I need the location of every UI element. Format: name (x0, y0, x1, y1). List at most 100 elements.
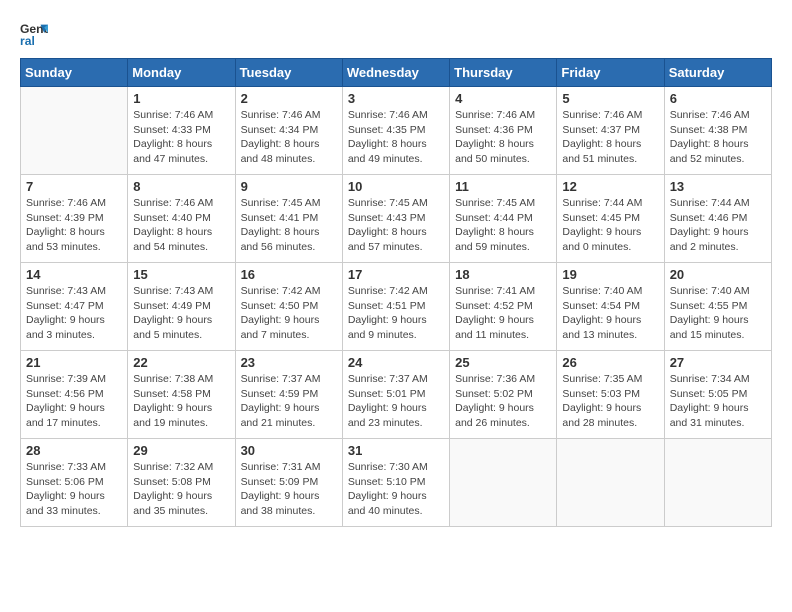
day-number: 2 (241, 91, 337, 106)
day-number: 24 (348, 355, 444, 370)
day-info: Sunrise: 7:30 AMSunset: 5:10 PMDaylight:… (348, 460, 444, 519)
day-info: Sunrise: 7:45 AMSunset: 4:41 PMDaylight:… (241, 196, 337, 255)
day-number: 13 (670, 179, 766, 194)
day-cell: 1 Sunrise: 7:46 AMSunset: 4:33 PMDaylight… (128, 87, 235, 175)
day-cell: 4 Sunrise: 7:46 AMSunset: 4:36 PMDaylight… (450, 87, 557, 175)
day-cell: 14Sunrise: 7:43 AMSunset: 4:47 PMDayligh… (21, 263, 128, 351)
day-info: Sunrise: 7:40 AMSunset: 4:55 PMDaylight:… (670, 284, 766, 343)
day-cell: 13 Sunrise: 7:44 AMSunset: 4:46 PMDayligh… (664, 175, 771, 263)
day-number: 28 (26, 443, 122, 458)
logo-icon: Gene ral (20, 20, 48, 48)
day-info: Sunrise: 7:41 AMSunset: 4:52 PMDaylight:… (455, 284, 551, 343)
calendar-header: SundayMondayTuesdayWednesdayThursdayFrid… (21, 59, 772, 87)
day-cell: 24 Sunrise: 7:37 AMSunset: 5:01 PMDayligh… (342, 351, 449, 439)
day-number: 12 (562, 179, 658, 194)
day-info: Sunrise: 7:44 AMSunset: 4:46 PMDaylight:… (670, 196, 766, 255)
day-cell: 2 Sunrise: 7:46 AMSunset: 4:34 PMDaylight… (235, 87, 342, 175)
day-cell (21, 87, 128, 175)
day-number: 7 (26, 179, 122, 194)
day-info: Sunrise: 7:46 AMSunset: 4:34 PMDaylight:… (241, 108, 337, 167)
day-cell: 3 Sunrise: 7:46 AMSunset: 4:35 PMDaylight… (342, 87, 449, 175)
day-number: 16 (241, 267, 337, 282)
day-number: 31 (348, 443, 444, 458)
day-info: Sunrise: 7:32 AMSunset: 5:08 PMDaylight:… (133, 460, 229, 519)
day-info: Sunrise: 7:35 AMSunset: 5:03 PMDaylight:… (562, 372, 658, 431)
day-cell (450, 439, 557, 527)
week-row-3: 14Sunrise: 7:43 AMSunset: 4:47 PMDayligh… (21, 263, 772, 351)
day-info: Sunrise: 7:45 AMSunset: 4:44 PMDaylight:… (455, 196, 551, 255)
day-cell: 20 Sunrise: 7:40 AMSunset: 4:55 PMDayligh… (664, 263, 771, 351)
day-cell: 28 Sunrise: 7:33 AMSunset: 5:06 PMDayligh… (21, 439, 128, 527)
day-cell: 7Sunrise: 7:46 AMSunset: 4:39 PMDaylight… (21, 175, 128, 263)
header-cell-thursday: Thursday (450, 59, 557, 87)
day-info: Sunrise: 7:46 AMSunset: 4:33 PMDaylight:… (133, 108, 229, 167)
day-info: Sunrise: 7:46 AMSunset: 4:36 PMDaylight:… (455, 108, 551, 167)
day-info: Sunrise: 7:46 AMSunset: 4:40 PMDaylight:… (133, 196, 229, 255)
day-number: 4 (455, 91, 551, 106)
day-cell (664, 439, 771, 527)
logo: Gene ral (20, 20, 52, 48)
header-cell-monday: Monday (128, 59, 235, 87)
day-cell: 22Sunrise: 7:38 AMSunset: 4:58 PMDayligh… (128, 351, 235, 439)
day-number: 27 (670, 355, 766, 370)
day-cell: 19Sunrise: 7:40 AMSunset: 4:54 PMDayligh… (557, 263, 664, 351)
svg-text:ral: ral (20, 34, 35, 48)
day-cell: 31 Sunrise: 7:30 AMSunset: 5:10 PMDayligh… (342, 439, 449, 527)
day-info: Sunrise: 7:33 AMSunset: 5:06 PMDaylight:… (26, 460, 122, 519)
day-cell: 11 Sunrise: 7:45 AMSunset: 4:44 PMDayligh… (450, 175, 557, 263)
day-number: 9 (241, 179, 337, 194)
day-cell: 16 Sunrise: 7:42 AMSunset: 4:50 PMDayligh… (235, 263, 342, 351)
day-number: 3 (348, 91, 444, 106)
calendar-body: 1 Sunrise: 7:46 AMSunset: 4:33 PMDaylight… (21, 87, 772, 527)
day-cell: 9 Sunrise: 7:45 AMSunset: 4:41 PMDaylight… (235, 175, 342, 263)
header-cell-tuesday: Tuesday (235, 59, 342, 87)
day-info: Sunrise: 7:44 AMSunset: 4:45 PMDaylight:… (562, 196, 658, 255)
day-number: 18 (455, 267, 551, 282)
day-cell: 12 Sunrise: 7:44 AMSunset: 4:45 PMDayligh… (557, 175, 664, 263)
week-row-2: 7Sunrise: 7:46 AMSunset: 4:39 PMDaylight… (21, 175, 772, 263)
day-info: Sunrise: 7:46 AMSunset: 4:38 PMDaylight:… (670, 108, 766, 167)
day-cell: 17 Sunrise: 7:42 AMSunset: 4:51 PMDayligh… (342, 263, 449, 351)
day-cell: 5Sunrise: 7:46 AMSunset: 4:37 PMDaylight… (557, 87, 664, 175)
day-info: Sunrise: 7:37 AMSunset: 4:59 PMDaylight:… (241, 372, 337, 431)
day-cell: 30 Sunrise: 7:31 AMSunset: 5:09 PMDayligh… (235, 439, 342, 527)
week-row-1: 1 Sunrise: 7:46 AMSunset: 4:33 PMDaylight… (21, 87, 772, 175)
day-number: 22 (133, 355, 229, 370)
day-number: 5 (562, 91, 658, 106)
day-cell: 29 Sunrise: 7:32 AMSunset: 5:08 PMDayligh… (128, 439, 235, 527)
day-cell: 15 Sunrise: 7:43 AMSunset: 4:49 PMDayligh… (128, 263, 235, 351)
day-number: 21 (26, 355, 122, 370)
day-info: Sunrise: 7:42 AMSunset: 4:50 PMDaylight:… (241, 284, 337, 343)
day-info: Sunrise: 7:34 AMSunset: 5:05 PMDaylight:… (670, 372, 766, 431)
day-cell: 25Sunrise: 7:36 AMSunset: 5:02 PMDayligh… (450, 351, 557, 439)
page-header: Gene ral (20, 20, 772, 48)
header-cell-saturday: Saturday (664, 59, 771, 87)
day-cell: 18 Sunrise: 7:41 AMSunset: 4:52 PMDayligh… (450, 263, 557, 351)
day-number: 15 (133, 267, 229, 282)
day-cell (557, 439, 664, 527)
day-number: 14 (26, 267, 122, 282)
day-number: 1 (133, 91, 229, 106)
day-info: Sunrise: 7:46 AMSunset: 4:35 PMDaylight:… (348, 108, 444, 167)
day-cell: 23 Sunrise: 7:37 AMSunset: 4:59 PMDayligh… (235, 351, 342, 439)
day-number: 29 (133, 443, 229, 458)
header-cell-friday: Friday (557, 59, 664, 87)
day-number: 10 (348, 179, 444, 194)
day-number: 6 (670, 91, 766, 106)
day-number: 20 (670, 267, 766, 282)
day-number: 11 (455, 179, 551, 194)
day-number: 30 (241, 443, 337, 458)
day-info: Sunrise: 7:39 AMSunset: 4:56 PMDaylight:… (26, 372, 122, 431)
day-info: Sunrise: 7:42 AMSunset: 4:51 PMDaylight:… (348, 284, 444, 343)
header-row: SundayMondayTuesdayWednesdayThursdayFrid… (21, 59, 772, 87)
header-cell-wednesday: Wednesday (342, 59, 449, 87)
day-number: 8 (133, 179, 229, 194)
day-info: Sunrise: 7:43 AMSunset: 4:49 PMDaylight:… (133, 284, 229, 343)
day-info: Sunrise: 7:37 AMSunset: 5:01 PMDaylight:… (348, 372, 444, 431)
day-number: 23 (241, 355, 337, 370)
day-cell: 10Sunrise: 7:45 AMSunset: 4:43 PMDayligh… (342, 175, 449, 263)
week-row-4: 21 Sunrise: 7:39 AMSunset: 4:56 PMDayligh… (21, 351, 772, 439)
day-info: Sunrise: 7:31 AMSunset: 5:09 PMDaylight:… (241, 460, 337, 519)
day-number: 19 (562, 267, 658, 282)
day-number: 17 (348, 267, 444, 282)
